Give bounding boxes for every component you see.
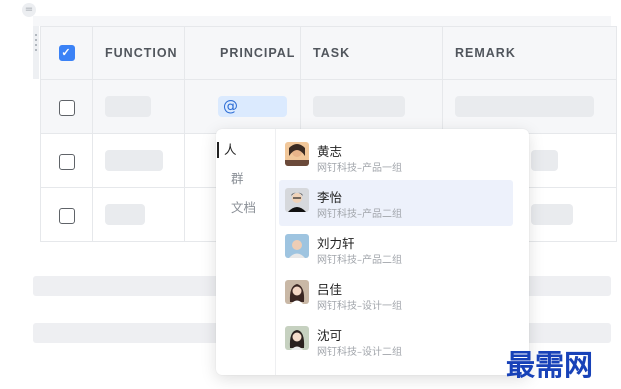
placeholder-bar: [105, 96, 151, 117]
column-header-label: TASK: [313, 46, 351, 60]
person-org: 网钉科技–产品二组: [317, 255, 402, 266]
column-header-remark[interactable]: REMARK: [442, 26, 617, 80]
row-checkbox-cell[interactable]: [40, 79, 93, 134]
row-drag-handle[interactable]: [33, 26, 39, 79]
person-name: 吕佳: [317, 282, 343, 297]
tab-groups[interactable]: 群: [225, 171, 244, 187]
avatar: [285, 326, 309, 350]
people-list: 黄志 网钉科技–产品一组 李怡 网钉科技–产品二组 刘力轩 网钉科技–产品二组 …: [279, 134, 513, 364]
person-org: 网钉科技–设计二组: [317, 347, 402, 358]
task-cell[interactable]: [300, 79, 443, 134]
placeholder-bar: [531, 150, 558, 171]
function-cell[interactable]: [92, 133, 185, 188]
person-option[interactable]: 黄志 网钉科技–产品一组: [279, 134, 513, 180]
row-checkbox[interactable]: [58, 153, 75, 170]
table-top-strip: [33, 16, 611, 26]
person-option[interactable]: 吕佳 网钉科技–设计一组: [279, 272, 513, 318]
mention-input[interactable]: @: [218, 96, 287, 117]
avatar: [285, 188, 309, 212]
table-header-row: ✓ FUNCTION PRINCIPAL TASK REMARK: [40, 26, 617, 80]
mention-popup: 人 群 文档 黄志 网钉科技–产品一组 李怡 网钉科技–产品二组 刘力轩 网钉科…: [216, 129, 529, 375]
placeholder-bar: [313, 96, 405, 117]
column-header-label: FUNCTION: [105, 46, 178, 60]
tab-documents[interactable]: 文档: [225, 200, 256, 216]
column-header-function[interactable]: FUNCTION: [92, 26, 185, 80]
placeholder-bar: [105, 204, 145, 225]
placeholder-bar: [455, 96, 594, 117]
row-checkbox[interactable]: [58, 207, 75, 224]
principal-cell[interactable]: @: [184, 79, 301, 134]
function-cell[interactable]: [92, 187, 185, 242]
person-name: 李怡: [317, 190, 343, 205]
person-name: 沈可: [317, 328, 343, 343]
placeholder-bar: [531, 204, 573, 225]
person-option-highlighted[interactable]: 李怡 网钉科技–产品二组: [279, 180, 513, 226]
person-org: 网钉科技–产品二组: [317, 209, 402, 220]
person-option[interactable]: 沈可 网钉科技–设计二组: [279, 318, 513, 364]
column-header-task[interactable]: TASK: [300, 26, 443, 80]
column-header-label: REMARK: [455, 46, 516, 60]
person-name: 刘力轩: [317, 236, 355, 251]
block-handle-icon[interactable]: =: [22, 3, 36, 17]
column-header-label: PRINCIPAL: [220, 46, 296, 60]
watermark-logo: 最需网: [506, 348, 594, 382]
tab-people[interactable]: 人: [217, 142, 237, 158]
person-org: 网钉科技–设计一组: [317, 301, 402, 312]
row-checkbox-cell[interactable]: [40, 187, 93, 242]
person-org: 网钉科技–产品一组: [317, 163, 402, 174]
header-select-all-cell[interactable]: ✓: [40, 26, 93, 80]
avatar: [285, 280, 309, 304]
remark-cell[interactable]: [442, 79, 617, 134]
row-checkbox[interactable]: [58, 99, 75, 116]
mention-category-nav: 人 群 文档: [216, 129, 276, 375]
row-checkbox-cell[interactable]: [40, 133, 93, 188]
person-name: 黄志: [317, 144, 343, 159]
table-row: @: [40, 79, 617, 134]
column-header-principal[interactable]: PRINCIPAL: [184, 26, 301, 80]
person-option[interactable]: 刘力轩 网钉科技–产品二组: [279, 226, 513, 272]
function-cell[interactable]: [92, 79, 185, 134]
select-all-checkbox[interactable]: ✓: [58, 45, 75, 61]
placeholder-bar: [105, 150, 163, 171]
avatar: [285, 142, 309, 166]
avatar: [285, 234, 309, 258]
